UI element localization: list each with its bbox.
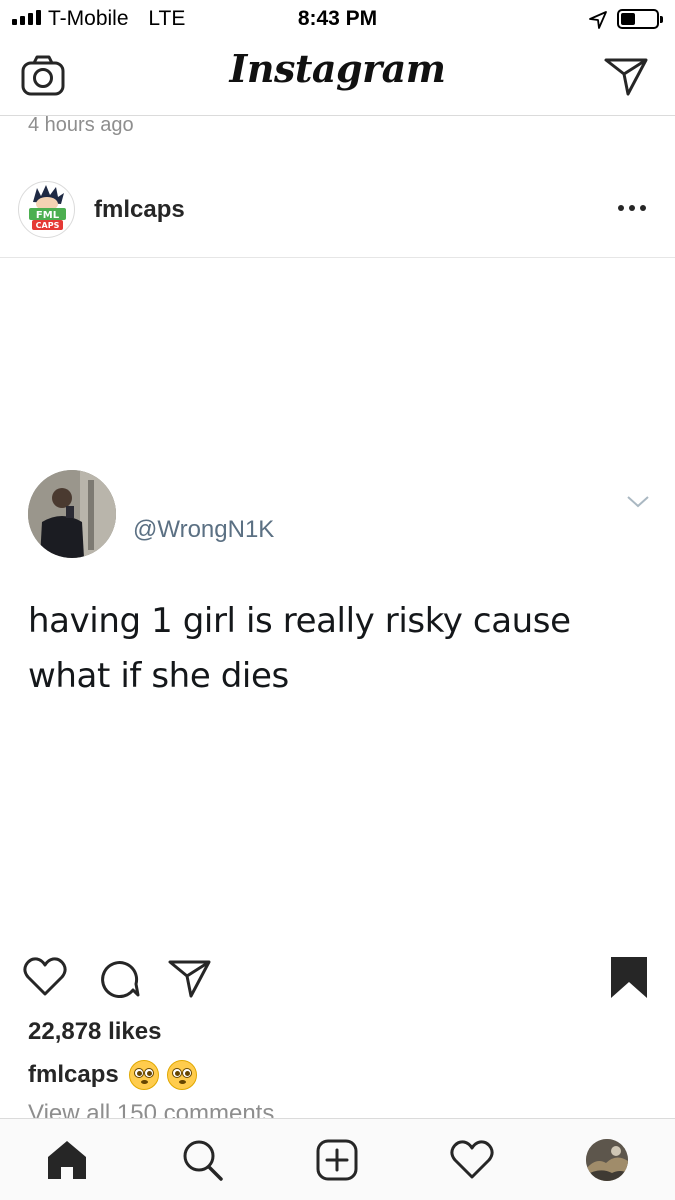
like-count[interactable]: 22,878 likes — [28, 1018, 161, 1046]
more-horizontal-icon[interactable] — [618, 198, 654, 218]
profile-avatar[interactable] — [586, 1139, 628, 1181]
home-icon[interactable] — [44, 1137, 90, 1183]
tweet-handle: @WrongN1K — [133, 516, 275, 543]
app-header: Instagram — [0, 40, 675, 116]
status-time: 8:43 PM — [297, 7, 378, 30]
svg-text:CAPS: CAPS — [36, 221, 60, 230]
profile-photo — [28, 470, 116, 558]
caption-username[interactable]: fmlcaps — [28, 1061, 119, 1089]
add-post-icon[interactable] — [314, 1137, 360, 1183]
chevron-down-icon — [627, 496, 649, 508]
profile-photo — [586, 1139, 628, 1181]
post-image[interactable]: @WrongN1K having 1 girl is really risky … — [0, 258, 675, 933]
heart-icon[interactable] — [22, 954, 68, 1000]
post-timestamp: 4 hours ago — [28, 114, 134, 136]
svg-text:FML: FML — [36, 210, 60, 221]
view-comments-link[interactable]: View all 150 comments — [28, 1100, 274, 1118]
activity-heart-icon[interactable] — [449, 1137, 495, 1183]
post-username[interactable]: fmlcaps — [94, 196, 185, 224]
instagram-logo: Instagram — [229, 46, 446, 91]
tweet-avatar — [28, 470, 116, 558]
post-actions — [0, 948, 675, 1008]
fmlcaps-logo: FML CAPS — [29, 185, 66, 230]
tweet-text: having 1 girl is really risky cause what… — [28, 601, 571, 696]
tab-bar — [0, 1118, 675, 1200]
share-icon[interactable] — [166, 954, 212, 1000]
avatar[interactable]: FML CAPS — [18, 181, 75, 238]
paper-plane-icon[interactable] — [602, 54, 650, 98]
battery-icon — [617, 9, 663, 29]
post-caption: fmlcaps — [28, 1060, 205, 1090]
post-header: FML CAPS fmlcaps — [0, 162, 675, 258]
flushed-face-emoji — [166, 1060, 197, 1090]
status-bar: T-Mobile LTE 8:43 PM — [0, 0, 675, 40]
location-arrow-icon — [589, 11, 607, 29]
bookmark-icon[interactable] — [606, 954, 652, 1000]
search-icon[interactable] — [179, 1137, 225, 1183]
comment-icon[interactable] — [96, 954, 142, 1000]
flushed-face-emoji — [128, 1060, 159, 1090]
